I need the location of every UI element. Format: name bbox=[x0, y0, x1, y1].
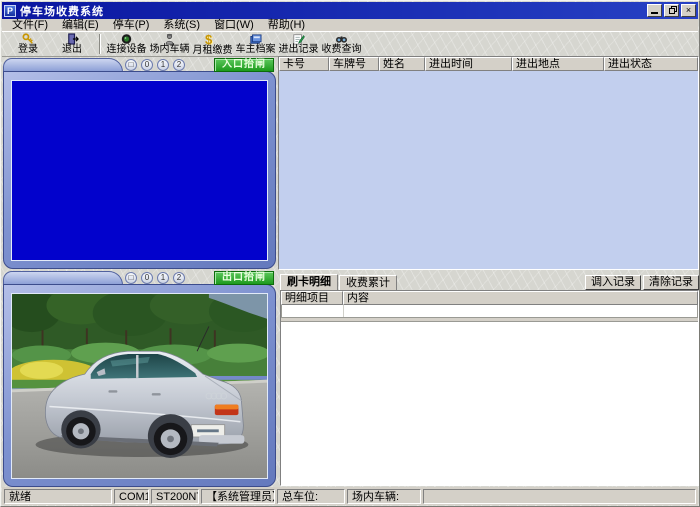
app-window: P 停车场收费系统 × 文件(F) 编辑(E) 停车(P) 系统(S) 窗口(W… bbox=[0, 0, 700, 507]
toolbar-label: 登录 bbox=[18, 45, 38, 55]
toolbar-label: 收费查询 bbox=[322, 45, 362, 55]
entry-view-2-button[interactable]: 2 bbox=[173, 59, 185, 71]
status-total-spaces: 总车位: bbox=[277, 489, 345, 504]
logout-button[interactable]: 退出 bbox=[50, 33, 94, 55]
toolbar-label: 进出记录 bbox=[279, 45, 319, 55]
exit-view-0-button[interactable]: 0 bbox=[141, 272, 153, 284]
menu-parking[interactable]: 停车(P) bbox=[106, 19, 157, 31]
statusbar: 就绪 COM1 ST200NT2 【系统管理员】 总车位: 场内车辆: bbox=[2, 487, 698, 505]
entry-camera-frame bbox=[3, 71, 276, 269]
status-com-port: COM1 bbox=[114, 489, 149, 504]
card-detail-table[interactable]: 明细项目 内容 bbox=[280, 290, 699, 486]
monthly-fee-button[interactable]: $ 月租缴费 bbox=[192, 33, 233, 55]
col-detail-content[interactable]: 内容 bbox=[343, 291, 698, 305]
col-detail-item[interactable]: 明细项目 bbox=[281, 291, 343, 305]
login-button[interactable]: 登录 bbox=[6, 33, 50, 55]
col-inout-status[interactable]: 进出状态 bbox=[604, 57, 698, 71]
col-inout-place[interactable]: 进出地点 bbox=[512, 57, 604, 71]
entry-gate-open-button[interactable]: 入口抬闸 bbox=[214, 58, 274, 72]
status-ready: 就绪 bbox=[4, 489, 112, 504]
inout-records-list[interactable]: 卡号 车牌号 姓名 进出时间 进出地点 进出状态 bbox=[278, 56, 699, 270]
connect-device-button[interactable]: 连接设备 bbox=[106, 33, 147, 55]
detail-body bbox=[281, 321, 698, 485]
toolbar-label: 场内车辆 bbox=[150, 45, 190, 55]
close-button[interactable]: × bbox=[681, 4, 696, 17]
exit-camera-car-photo bbox=[12, 294, 267, 478]
exit-view-2-button[interactable]: 2 bbox=[173, 272, 185, 284]
clear-records-button[interactable]: 清除记录 bbox=[643, 275, 699, 290]
col-name[interactable]: 姓名 bbox=[379, 57, 425, 71]
app-icon: P bbox=[4, 5, 16, 17]
toolbar: 登录 退出 连接设备 场内车辆 bbox=[2, 31, 698, 57]
exit-view-1-button[interactable]: 1 bbox=[157, 272, 169, 284]
inside-vehicles-button[interactable]: 场内车辆 bbox=[149, 33, 190, 55]
menu-edit[interactable]: 编辑(E) bbox=[55, 19, 106, 31]
records-header: 卡号 车牌号 姓名 进出时间 进出地点 进出状态 bbox=[279, 57, 698, 71]
inout-records-button[interactable]: 进出记录 bbox=[278, 33, 319, 55]
toolbar-label: 月租缴费 bbox=[193, 46, 233, 56]
load-records-button[interactable]: 调入记录 bbox=[585, 275, 641, 290]
entry-view-quad-button[interactable]: □ bbox=[125, 59, 137, 71]
exit-gate-open-button[interactable]: 出口抬闸 bbox=[214, 271, 274, 285]
entry-video-blue-screen bbox=[12, 81, 267, 260]
entry-camera-panel: □ 0 1 2 入口抬闸 bbox=[3, 58, 276, 269]
exit-video-feed bbox=[11, 293, 268, 479]
status-inside-vehicles: 场内车辆: bbox=[347, 489, 421, 504]
entry-view-buttons: □ 0 1 2 bbox=[125, 59, 185, 71]
window-title: 停车场收费系统 bbox=[20, 3, 645, 19]
menu-help[interactable]: 帮助(H) bbox=[261, 19, 312, 31]
toolbar-label: 连接设备 bbox=[107, 45, 147, 55]
menu-window[interactable]: 窗口(W) bbox=[207, 19, 261, 31]
fee-query-button[interactable]: 收费查询 bbox=[321, 33, 362, 55]
owner-archive-button[interactable]: 车主档案 bbox=[235, 33, 276, 55]
status-device-model: ST200NT2 bbox=[151, 489, 199, 504]
menu-system[interactable]: 系统(S) bbox=[156, 19, 207, 31]
toolbar-label: 退出 bbox=[62, 45, 82, 55]
titlebar: P 停车场收费系统 × bbox=[2, 2, 698, 19]
detail-content-cell bbox=[344, 305, 697, 317]
records-list-body[interactable] bbox=[279, 71, 698, 269]
detail-header: 明细项目 内容 bbox=[281, 291, 698, 305]
monthly-fee-icon: $ bbox=[205, 33, 220, 46]
entry-video-feed bbox=[11, 80, 268, 261]
minimize-icon bbox=[651, 12, 658, 14]
detail-empty-row bbox=[281, 305, 698, 318]
menubar: 文件(F) 编辑(E) 停车(P) 系统(S) 窗口(W) 帮助(H) bbox=[2, 19, 698, 31]
restore-icon bbox=[669, 8, 675, 14]
status-empty-panel bbox=[423, 489, 696, 504]
restore-button[interactable] bbox=[664, 4, 679, 17]
detail-item-cell bbox=[282, 305, 344, 317]
status-operator: 【系统管理员】 bbox=[201, 489, 275, 504]
col-card-number[interactable]: 卡号 bbox=[279, 57, 329, 71]
col-inout-time[interactable]: 进出时间 bbox=[425, 57, 512, 71]
detail-tabs-row: 刷卡明细 收费累计 调入记录 清除记录 bbox=[280, 274, 699, 290]
toolbar-label: 车主档案 bbox=[236, 45, 276, 55]
exit-view-buttons: □ 0 1 2 bbox=[125, 272, 185, 284]
entry-view-1-button[interactable]: 1 bbox=[157, 59, 169, 71]
exit-camera-panel: □ 0 1 2 出口抬闸 bbox=[3, 271, 276, 487]
col-plate-number[interactable]: 车牌号 bbox=[329, 57, 379, 71]
toolbar-separator bbox=[99, 34, 101, 54]
entry-view-0-button[interactable]: 0 bbox=[141, 59, 153, 71]
tab-card-detail[interactable]: 刷卡明细 bbox=[280, 274, 338, 290]
tab-fee-total[interactable]: 收费累计 bbox=[339, 275, 397, 290]
menu-file[interactable]: 文件(F) bbox=[5, 19, 55, 31]
minimize-button[interactable] bbox=[647, 4, 662, 17]
exit-view-quad-button[interactable]: □ bbox=[125, 272, 137, 284]
exit-camera-frame bbox=[3, 284, 276, 487]
